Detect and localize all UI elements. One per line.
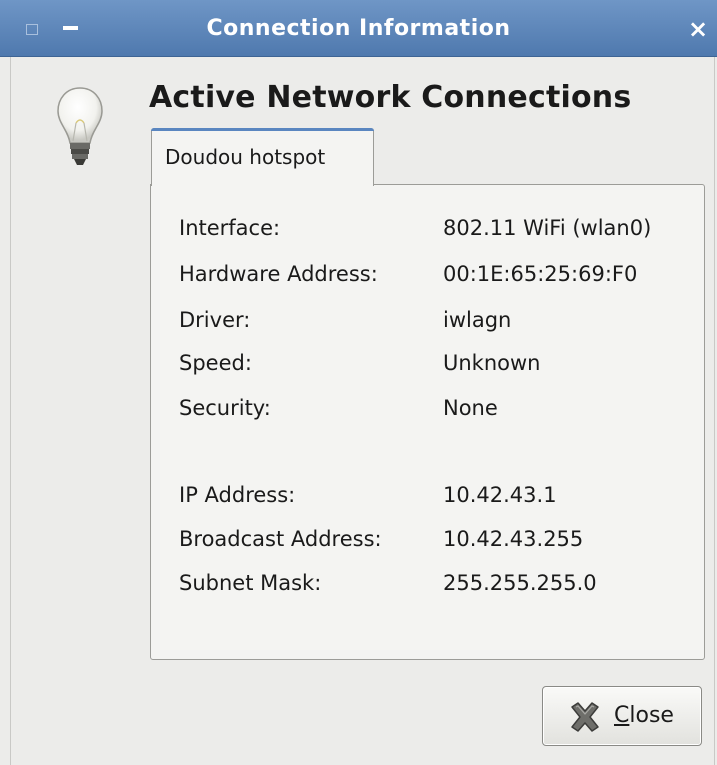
dialog-heading: Active Network Connections [149, 80, 632, 115]
speed-label: Speed: [179, 351, 252, 375]
window-title: Connection Information [206, 16, 511, 41]
close-mnemonic: C [614, 703, 630, 728]
interface-label: Interface: [179, 216, 281, 240]
interface-value: 802.11 WiFi (wlan0) [443, 216, 652, 240]
lightbulb-icon [57, 87, 103, 165]
subnet-mask-value: 255.255.255.0 [443, 571, 597, 595]
close-button-label: Close [614, 703, 674, 728]
title-bar[interactable]: Connection Information × [0, 0, 717, 57]
tab-label: Doudou hotspot [165, 145, 326, 169]
driver-value: iwlagn [443, 308, 512, 332]
security-label: Security: [179, 396, 271, 420]
hardware-address-label: Hardware Address: [179, 262, 378, 286]
close-label-rest: lose [629, 703, 674, 728]
speed-value: Unknown [443, 351, 541, 375]
broadcast-address-label: Broadcast Address: [179, 527, 382, 551]
close-x-icon [571, 702, 599, 732]
close-icon[interactable]: × [685, 14, 711, 44]
hardware-address-value: 00:1E:65:25:69:F0 [443, 262, 638, 286]
ip-address-value: 10.42.43.1 [443, 483, 557, 507]
close-button[interactable]: Close [542, 686, 702, 746]
security-value: None [443, 396, 498, 420]
ip-address-label: IP Address: [179, 483, 296, 507]
subnet-mask-label: Subnet Mask: [179, 571, 322, 595]
tab-doudou-hotspot[interactable]: Doudou hotspot [151, 128, 374, 186]
broadcast-address-value: 10.42.43.255 [443, 527, 584, 551]
driver-label: Driver: [179, 308, 251, 332]
